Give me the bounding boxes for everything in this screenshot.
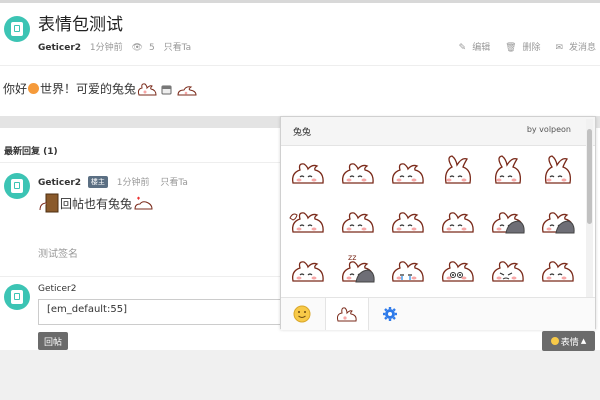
eye-icon: 👁 xyxy=(131,43,143,53)
only-view-link[interactable]: 只看Ta xyxy=(164,43,192,53)
delete-action[interactable]: 🗑 删除 xyxy=(499,43,540,53)
post-meta: Geticer2 1分钟前 👁 5 只看Ta xyxy=(38,40,197,53)
emoji-option[interactable] xyxy=(533,196,583,242)
rabbit-tab-icon xyxy=(337,307,357,322)
emoji-panel: 兔兔 by volpeon zz xyxy=(280,116,596,333)
emoji-option[interactable] xyxy=(383,147,433,193)
replies-header: 最新回复 (1) xyxy=(4,147,58,157)
rabbit-wave-icon xyxy=(289,212,324,233)
post-author[interactable]: Geticer2 xyxy=(38,43,81,53)
emoji-panel-title: 兔兔 xyxy=(293,128,312,138)
emoji-option[interactable] xyxy=(433,147,483,193)
emoji-option[interactable] xyxy=(283,147,333,193)
emoji-panel-header: 兔兔 by volpeon xyxy=(281,117,595,146)
rabbit-happy-icon xyxy=(392,163,424,184)
settings-tab[interactable] xyxy=(369,298,411,330)
smiley-tab-icon xyxy=(293,305,311,323)
divider xyxy=(0,162,280,163)
signature: 测试签名 xyxy=(38,249,78,260)
post-views: 5 xyxy=(148,43,155,53)
reply-only-view-link[interactable]: 只看Ta xyxy=(160,178,188,188)
emoji-grid: zz xyxy=(281,147,581,295)
divider xyxy=(0,65,600,66)
reply-meta: Geticer2 楼主 1分钟前 只看Ta xyxy=(38,175,188,188)
page-bottom xyxy=(0,350,600,400)
caret-up-icon: ▲ xyxy=(580,337,587,345)
emoji-tabs xyxy=(281,297,595,330)
emoji-option[interactable] xyxy=(533,147,583,193)
rabbit-crying-icon xyxy=(392,261,424,282)
submit-reply-button[interactable]: 回帖 xyxy=(38,332,68,350)
rabbit-cozy-icon xyxy=(542,212,575,234)
rabbit-smile-icon xyxy=(342,212,374,233)
emoji-option[interactable] xyxy=(383,196,433,242)
form-user: Geticer2 xyxy=(38,284,77,294)
rabbit-wide-eyes-icon xyxy=(342,163,374,184)
trash-icon: 🗑 xyxy=(505,43,517,53)
rabbit-content-icon xyxy=(392,212,424,233)
form-avatar xyxy=(4,284,30,310)
scroll-thumb[interactable] xyxy=(587,129,592,224)
door-emoji-icon xyxy=(39,193,59,213)
emoji-option[interactable] xyxy=(483,245,533,291)
emoji-panel-credit: by volpeon xyxy=(526,125,571,134)
post-time: 1分钟前 xyxy=(89,43,123,53)
post-title: 表情包测试 xyxy=(38,15,123,35)
emoji-toggle-button[interactable]: 表情 ▲ xyxy=(542,331,595,351)
rabbit-angry-icon xyxy=(492,261,524,282)
rabbit-blanket-icon xyxy=(492,212,525,234)
gear-icon xyxy=(383,307,397,321)
emoji-option[interactable] xyxy=(483,196,533,242)
rabbit-squint-icon xyxy=(444,155,471,184)
emoji-option[interactable] xyxy=(283,245,333,291)
smiley-tab[interactable] xyxy=(281,298,323,330)
rabbit-blush-icon xyxy=(494,155,521,184)
emoji-option[interactable] xyxy=(333,147,383,193)
post-body: 你好 世界！可爱的兔兔 xyxy=(3,80,198,97)
reply-input[interactable]: [em_default:55] xyxy=(38,299,288,325)
emoji-option[interactable] xyxy=(283,196,333,242)
rabbit-stare-icon xyxy=(442,261,474,282)
svg-text:zz: zz xyxy=(348,253,356,262)
reply-time: 1分钟前 xyxy=(116,178,150,188)
rabbit-cheerful-icon xyxy=(542,261,574,282)
post-avatar[interactable] xyxy=(4,16,30,42)
rabbit-tab[interactable] xyxy=(325,298,369,330)
reply-avatar[interactable] xyxy=(4,173,30,199)
emoji-option[interactable]: zz xyxy=(333,245,383,291)
emoji-option[interactable] xyxy=(483,147,533,193)
emoji-option[interactable] xyxy=(433,245,483,291)
rabbit-lying-emoji-icon xyxy=(177,85,197,95)
edit-icon: ✎ xyxy=(458,43,467,53)
message-action[interactable]: ✉ 发消息 xyxy=(549,43,596,53)
envelope-icon: ✉ xyxy=(555,43,563,53)
rabbit-peek-icon xyxy=(442,212,474,233)
rabbit-heart-emoji-icon xyxy=(134,196,153,210)
rabbit-sleepy-icon xyxy=(292,163,324,184)
smiley-icon xyxy=(550,337,559,345)
post-actions: ✎ 编辑 🗑 删除 ✉ 发消息 xyxy=(447,40,596,53)
rabbit-sleeping-icon: zz xyxy=(342,253,375,283)
rabbit-grin-icon xyxy=(544,155,571,184)
reply-author[interactable]: Geticer2 xyxy=(38,178,81,188)
reply-text: 回帖也有兔兔 xyxy=(38,193,154,213)
divider xyxy=(0,276,280,277)
emoji-option[interactable] xyxy=(383,245,433,291)
emoji-option[interactable] xyxy=(533,245,583,291)
rabbit-tired-icon xyxy=(292,261,324,282)
emoji-option[interactable] xyxy=(433,196,483,242)
coffee-emoji-icon xyxy=(161,85,172,94)
smile-emoji-icon xyxy=(28,83,40,94)
op-badge: 楼主 xyxy=(87,176,108,188)
rabbit-emoji-icon xyxy=(137,82,157,95)
edit-action[interactable]: ✎ 编辑 xyxy=(453,43,491,53)
emoji-option[interactable] xyxy=(333,196,383,242)
